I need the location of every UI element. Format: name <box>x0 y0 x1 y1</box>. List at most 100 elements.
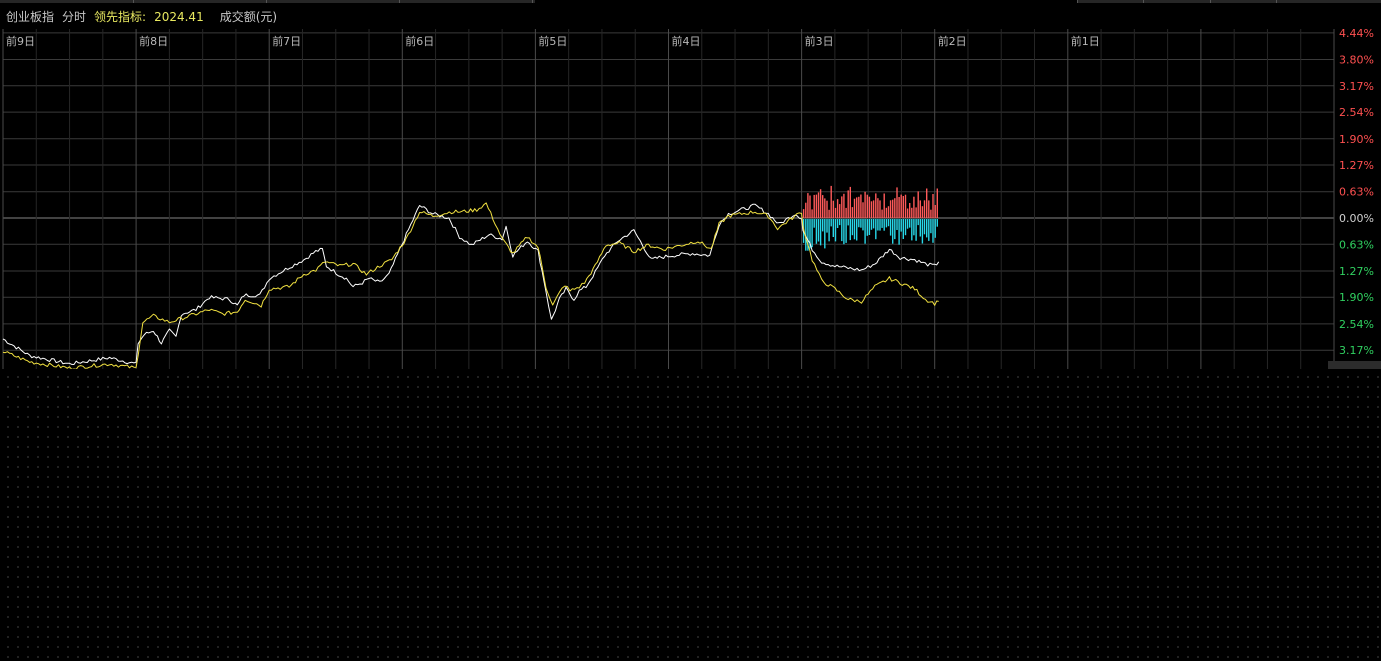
volume-bar-up <box>830 185 832 218</box>
volume-bar-up <box>811 209 813 218</box>
volume-bar-down <box>921 219 924 244</box>
volume-bar-up <box>828 209 830 218</box>
volume-bar-down <box>813 219 815 228</box>
volume-bar-up <box>892 199 894 218</box>
y-axis-label: 3.80% <box>1339 54 1374 67</box>
volume-bar-up <box>921 206 924 218</box>
volume-bar-up <box>809 195 811 218</box>
volume-bar-down <box>877 219 879 231</box>
volume-bar-down <box>847 219 849 226</box>
volume-panel[interactable] <box>0 369 1381 661</box>
y-axis-label: 3.17% <box>1339 80 1374 93</box>
top-border-tick <box>1143 0 1144 3</box>
price-lines <box>2 202 940 369</box>
volume-bar-up <box>885 207 888 218</box>
volume-bar-down <box>845 219 847 243</box>
volume-bar-down <box>866 219 868 236</box>
volume-bar-up <box>917 191 919 218</box>
day-label: 前5日 <box>538 34 567 48</box>
volume-bar-down <box>862 219 864 231</box>
volume-bar-up <box>911 207 913 218</box>
volume-bar-down <box>822 219 824 232</box>
y-axis-labels: 4.44% 3.80% 3.17% 2.54% 1.90% 1.27% 0.63% 0.00%… <box>1328 29 1381 369</box>
volume-bar-down <box>824 219 826 249</box>
volume-bar-down <box>896 219 898 230</box>
day-label: 前1日 <box>1071 34 1100 48</box>
volume-bar-down <box>830 219 832 227</box>
volume-bar-up <box>900 194 902 218</box>
volume-bar-up <box>909 203 911 218</box>
volume-bar-down <box>911 219 913 241</box>
volume-bar-down <box>819 219 822 246</box>
volume-bar-down <box>892 219 894 244</box>
volume-bar-up <box>896 187 898 218</box>
volume-bar-down <box>904 219 907 236</box>
volume-bar-down <box>853 219 856 240</box>
volume-bar-up <box>923 200 926 218</box>
chart-window: 创业板指 分时 领先指标: 2024.41 成交额(元) 前9日 前8日 前7日 前6日… <box>0 0 1381 661</box>
volume-bar-up <box>826 200 828 218</box>
intraday-chart[interactable]: 前9日 前8日 前7日 前6日 前5日 前4日 前3日 前2日 前1日 4.44% 3.80% 3.… <box>0 29 1381 369</box>
volume-bar-down <box>856 219 858 241</box>
volume-label[interactable]: 成交额(元) <box>220 8 277 25</box>
volume-bar-up <box>864 191 866 218</box>
volume-bar-down <box>872 219 875 229</box>
volume-bar-down <box>898 219 900 245</box>
volume-bar-down <box>913 219 915 236</box>
volume-bar-up <box>866 194 868 218</box>
volume-bar-down <box>906 219 909 229</box>
volume-bar-down <box>875 219 877 240</box>
volume-bar-up <box>932 194 934 218</box>
volume-bar-down <box>909 219 911 228</box>
y-axis-label: 3.17% <box>1339 344 1374 357</box>
volume-bar-down <box>902 219 904 239</box>
y-axis-label: 1.90% <box>1339 133 1374 146</box>
volume-bar-down <box>826 219 828 233</box>
volume-bar-up <box>898 197 900 218</box>
day-label: 前2日 <box>938 34 967 48</box>
volume-bar-up <box>913 196 915 218</box>
volume-bar-up <box>889 200 892 218</box>
volume-bar-down <box>936 219 938 227</box>
volume-bar-down <box>851 219 854 236</box>
volume-bar-up <box>856 197 858 218</box>
volume-bar-down <box>860 219 862 228</box>
volume-bar-up <box>862 202 864 218</box>
volume-bar-up <box>822 195 824 218</box>
leading-line <box>2 202 939 369</box>
day-label: 前8日 <box>139 34 168 48</box>
top-border-tick <box>266 0 267 3</box>
volume-bar-down <box>841 219 843 242</box>
chart-grid <box>2 29 1335 369</box>
volume-bar-down <box>811 219 813 248</box>
volume-bar-up <box>849 186 851 218</box>
volume-bar-up <box>930 209 932 218</box>
volume-bar-up <box>805 202 807 218</box>
volume-bar-up <box>870 201 873 218</box>
volume-bar-down <box>883 219 885 231</box>
volume-bar-down <box>923 219 926 235</box>
volume-bar-down <box>858 219 860 228</box>
day-label: 前7日 <box>272 34 301 48</box>
day-label: 前3日 <box>805 34 834 48</box>
volume-bar-up <box>847 190 849 218</box>
volume-bar-up <box>841 196 843 218</box>
y-axis-label: 4.44% <box>1339 29 1374 40</box>
volume-bar-up <box>877 198 879 218</box>
y-axis-label: 0.63% <box>1339 238 1374 251</box>
chart-mode[interactable]: 分时 <box>62 8 86 25</box>
volume-bar-up <box>813 194 815 218</box>
y-axis-label: 2.54% <box>1339 318 1374 331</box>
volume-bar-down <box>881 219 883 228</box>
volume-bar-down <box>894 219 896 240</box>
index-name[interactable]: 创业板指 <box>6 8 54 25</box>
volume-bar-down <box>915 219 917 241</box>
volume-bar-down <box>928 219 930 241</box>
volume-bar-up <box>915 207 917 218</box>
volume-bar-down <box>887 219 890 227</box>
volume-bar-down <box>836 219 839 228</box>
volume-bar-up <box>815 194 818 218</box>
top-border-tick <box>1276 0 1277 3</box>
leading-indicator[interactable]: 领先指标: 2024.41 <box>94 8 212 25</box>
top-border-tick <box>399 0 400 3</box>
